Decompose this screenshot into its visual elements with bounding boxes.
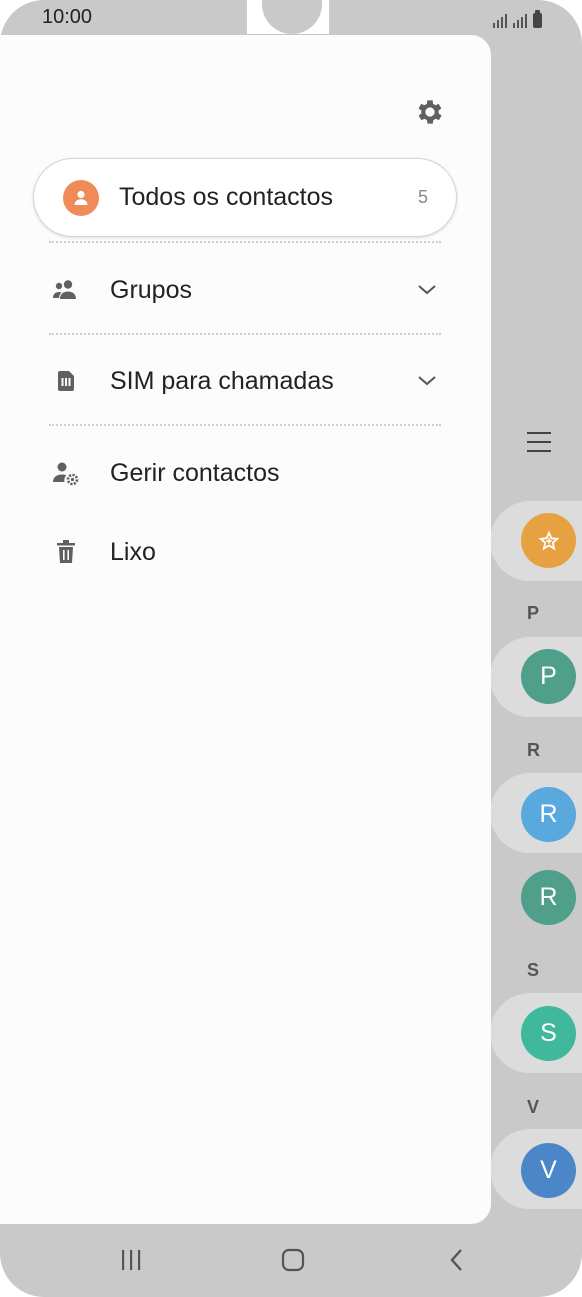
groups-icon	[52, 277, 80, 303]
sim-for-calls-label: SIM para chamadas	[110, 367, 334, 395]
groups-item[interactable]: Grupos	[0, 255, 491, 325]
system-navigation-bar	[0, 1224, 582, 1297]
divider	[49, 424, 441, 426]
navigation-drawer: Todos os contactos 5 Grupos SIM para cha…	[0, 35, 491, 1224]
manage-contacts-label: Gerir contactos	[110, 459, 280, 487]
avatar: P	[521, 649, 576, 704]
status-icons	[493, 8, 542, 28]
trash-icon	[52, 539, 80, 565]
sim-for-calls-item[interactable]: SIM para chamadas	[0, 346, 491, 416]
back-button[interactable]	[437, 1242, 477, 1278]
hamburger-menu-icon[interactable]	[527, 432, 551, 454]
home-button[interactable]	[273, 1242, 313, 1278]
avatar: S	[521, 1006, 576, 1061]
phone-screen: 10:00 P P R R R S S V V Todos os contact…	[0, 0, 582, 1297]
divider	[49, 241, 441, 243]
avatar: V	[521, 1143, 576, 1198]
all-contacts-label: Todos os contactos	[119, 183, 334, 211]
manage-contacts-icon	[52, 460, 80, 486]
signal-icon	[493, 12, 507, 28]
trash-label: Lixo	[110, 538, 156, 566]
sim-card-icon	[52, 368, 80, 394]
chevron-down-icon[interactable]	[416, 372, 438, 388]
status-time: 10:00	[42, 6, 93, 28]
signal-icon-2	[513, 12, 527, 28]
battery-icon	[533, 10, 542, 28]
recent-apps-button[interactable]	[111, 1242, 151, 1278]
section-letter: P	[527, 603, 540, 623]
section-letter: S	[527, 960, 540, 980]
avatar: R	[521, 787, 576, 842]
settings-gear-icon[interactable]	[413, 95, 447, 129]
person-icon	[63, 180, 99, 216]
all-contacts-button[interactable]: Todos os contactos 5	[33, 158, 457, 237]
contacts-count: 5	[417, 187, 428, 207]
avatar: R	[521, 870, 576, 925]
manage-contacts-item[interactable]: Gerir contactos	[0, 438, 491, 508]
section-letter: R	[527, 740, 540, 760]
groups-label: Grupos	[110, 276, 192, 304]
favorite-star-icon	[521, 513, 576, 568]
divider	[49, 333, 441, 335]
trash-item[interactable]: Lixo	[0, 517, 491, 587]
section-letter: V	[527, 1097, 540, 1117]
chevron-down-icon[interactable]	[416, 281, 438, 297]
